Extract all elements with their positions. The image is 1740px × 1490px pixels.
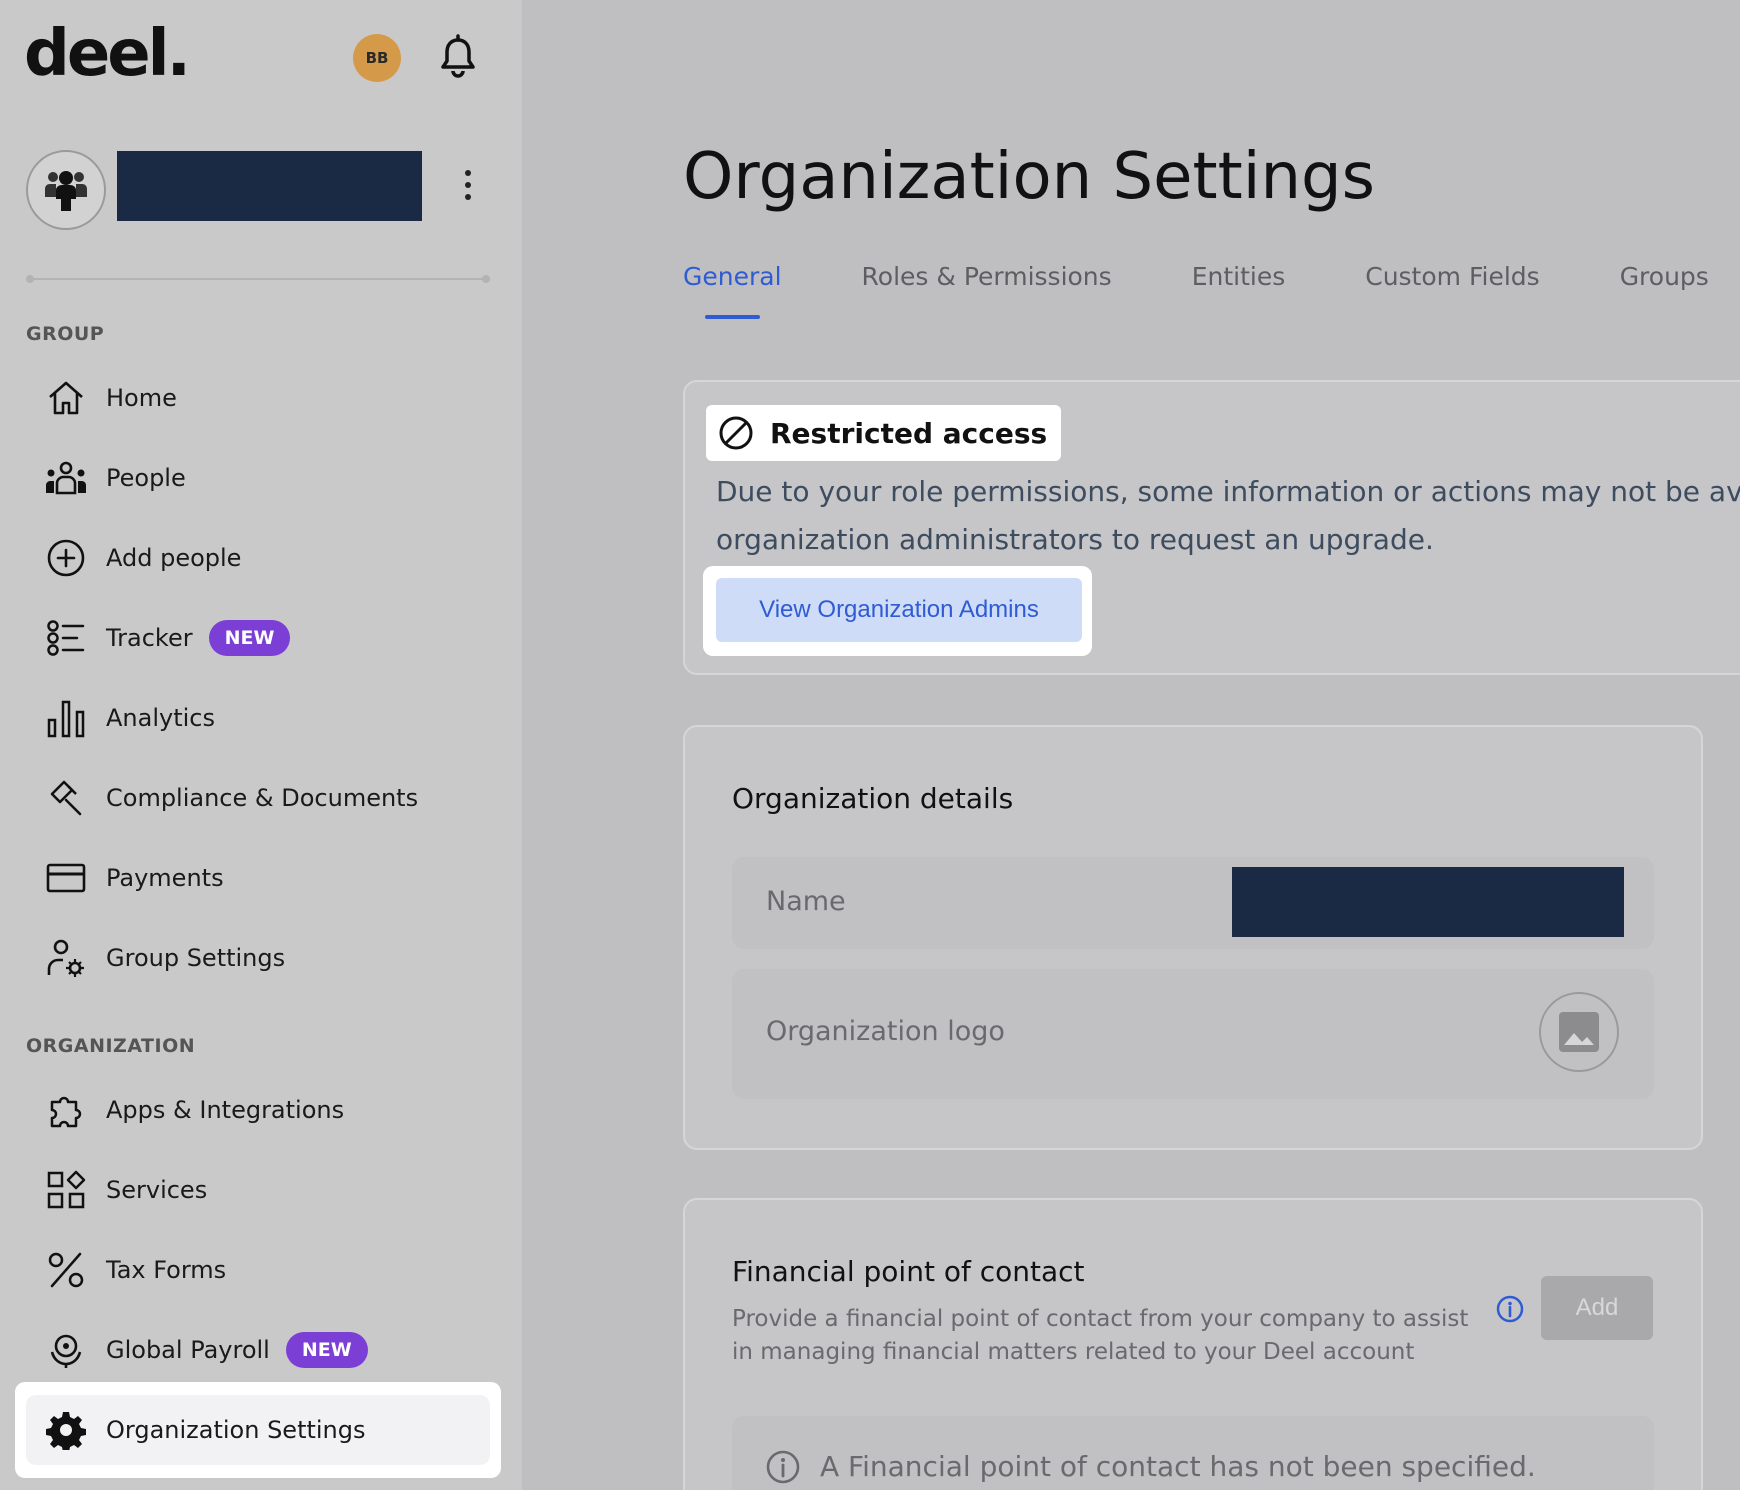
puzzle-icon [26,1078,106,1142]
user-gear-icon [26,926,106,990]
sidebar-divider [26,275,490,283]
sidebar-item-global-payroll[interactable]: Global Payroll NEW [26,1318,490,1382]
bell-icon[interactable] [436,34,480,82]
credit-card-icon [26,846,106,910]
tab-roles-permissions[interactable]: Roles & Permissions [862,262,1112,291]
sidebar-item-services[interactable]: Services [26,1158,490,1222]
sidebar-item-compliance[interactable]: Compliance & Documents [26,766,490,830]
team-icon [45,171,87,211]
organization-name-redacted [117,151,422,221]
home-icon [26,366,106,430]
sidebar-item-apps-integrations[interactable]: Apps & Integrations [26,1078,490,1142]
organization-logo-row: Organization logo [732,969,1654,1099]
services-grid-icon [26,1158,106,1222]
restricted-access-header: Restricted access [706,405,1062,461]
name-label: Name [766,886,846,917]
organization-name-value-redacted [1232,867,1624,937]
sidebar: deel. BB GROUP Home People Add people Tr… [0,0,522,1490]
group-section-label: GROUP [26,323,105,345]
global-payroll-icon [26,1318,106,1382]
organization-details-title: Organization details [732,782,1014,815]
plus-circle-icon [26,526,106,590]
deel-logo[interactable]: deel. [24,22,191,86]
tab-general[interactable]: General [683,262,782,319]
tab-custom-fields[interactable]: Custom Fields [1365,262,1539,291]
new-badge: NEW [285,1332,368,1368]
tab-groups[interactable]: Groups [1620,262,1709,291]
user-avatar[interactable]: BB [353,34,401,82]
financial-contact-description: Provide a financial point of contact fro… [732,1306,1469,1365]
sidebar-item-tax-forms[interactable]: Tax Forms [26,1238,490,1302]
page-title: Organization Settings [683,140,1375,214]
restricted-access-title: Restricted access [770,416,1048,450]
bar-chart-icon [26,686,106,750]
financial-contact-empty-text: A Financial point of contact has not bee… [820,1450,1536,1483]
sidebar-item-organization-settings[interactable]: Organization Settings [26,1395,490,1465]
financial-contact-title: Financial point of contact [732,1255,1085,1288]
info-icon[interactable] [1496,1295,1524,1323]
info-icon [766,1450,800,1484]
organization-logo-label: Organization logo [766,1016,1005,1047]
sidebar-item-analytics[interactable]: Analytics [26,686,490,750]
tracker-icon [26,606,106,670]
sidebar-item-people[interactable]: People [26,446,490,510]
sidebar-item-home[interactable]: Home [26,366,490,430]
sidebar-item-add-people[interactable]: Add people [26,526,490,590]
view-organization-admins-button[interactable]: View Organization Admins [716,578,1082,642]
sidebar-item-tracker[interactable]: Tracker NEW [26,606,490,670]
image-icon [1559,1012,1599,1052]
people-icon [26,446,106,510]
add-financial-contact-button[interactable]: Add [1541,1276,1653,1340]
organization-logo-upload[interactable] [1539,992,1619,1072]
financial-contact-empty-state: A Financial point of contact has not bee… [732,1416,1654,1490]
settings-tabs: General Roles & Permissions Entities Cus… [683,262,1709,319]
more-options-icon[interactable] [456,170,480,210]
gear-icon [26,1398,106,1462]
organization-section-label: ORGANIZATION [26,1035,196,1057]
tab-entities[interactable]: Entities [1192,262,1286,291]
sidebar-item-group-settings[interactable]: Group Settings [26,926,490,990]
organization-avatar[interactable] [26,150,106,230]
prohibited-icon [719,416,753,450]
restricted-access-message: Due to your role permissions, some infor… [716,475,1740,556]
new-badge: NEW [208,620,291,656]
percent-icon [26,1238,106,1302]
sidebar-item-payments[interactable]: Payments [26,846,490,910]
gavel-icon [26,766,106,830]
